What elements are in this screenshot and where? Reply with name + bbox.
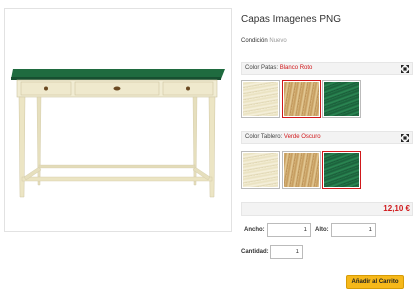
swatch-texture xyxy=(324,153,359,187)
knob-right xyxy=(186,86,190,91)
add-to-cart-button[interactable]: Añadir al Carrito xyxy=(346,275,404,289)
product-image[interactable] xyxy=(4,8,232,232)
stretcher-back xyxy=(38,164,196,169)
product-title: Capas Imagenes PNG xyxy=(241,14,342,25)
quantity-label: Cantidad: xyxy=(241,249,269,255)
expand-arrows-icon[interactable] xyxy=(401,65,409,73)
swatch-tablero-blanco-roto[interactable] xyxy=(241,151,280,189)
swatch-texture xyxy=(324,82,359,116)
expand-arrows-icon[interactable] xyxy=(401,134,409,142)
leg-front-left xyxy=(18,96,26,198)
swatch-patas-verde-oscuro[interactable] xyxy=(322,80,361,118)
swatch-texture xyxy=(284,153,319,187)
option-selected-value: Verde Oscuro xyxy=(283,134,321,140)
product-condition: Condición Nuevo xyxy=(241,38,287,44)
height-label: Alto: xyxy=(315,227,329,233)
swatch-texture xyxy=(243,153,278,187)
option-label: Color Tablero: xyxy=(245,134,283,140)
knob-center xyxy=(113,86,121,91)
price-bar: 12,10 € xyxy=(241,202,413,216)
width-label: Ancho: xyxy=(244,227,265,233)
swatch-patas-pino[interactable] xyxy=(282,80,321,118)
swatch-texture xyxy=(243,82,278,116)
option-header-color-patas: Color Patas: Blanco Roto xyxy=(241,62,413,75)
quantity-input[interactable] xyxy=(270,245,303,259)
condition-label: Condición xyxy=(241,38,268,44)
swatch-texture xyxy=(284,82,319,116)
condition-value: Nuevo xyxy=(269,38,287,44)
product-price: 12,10 € xyxy=(383,204,410,213)
swatch-patas-blanco-roto[interactable] xyxy=(241,80,280,118)
width-input[interactable] xyxy=(267,223,311,237)
leg-front-right xyxy=(208,96,216,198)
swatch-tablero-verde-oscuro[interactable] xyxy=(322,151,361,189)
option-header-color-tablero: Color Tablero: Verde Oscuro xyxy=(241,131,413,144)
knob-left xyxy=(44,86,48,91)
option-selected-value: Blanco Roto xyxy=(279,65,313,71)
console-table-image xyxy=(11,69,225,198)
height-input[interactable] xyxy=(331,223,376,237)
option-label: Color Patas: xyxy=(245,65,279,71)
stretcher-front xyxy=(21,176,213,182)
swatch-tablero-pino[interactable] xyxy=(282,151,321,189)
